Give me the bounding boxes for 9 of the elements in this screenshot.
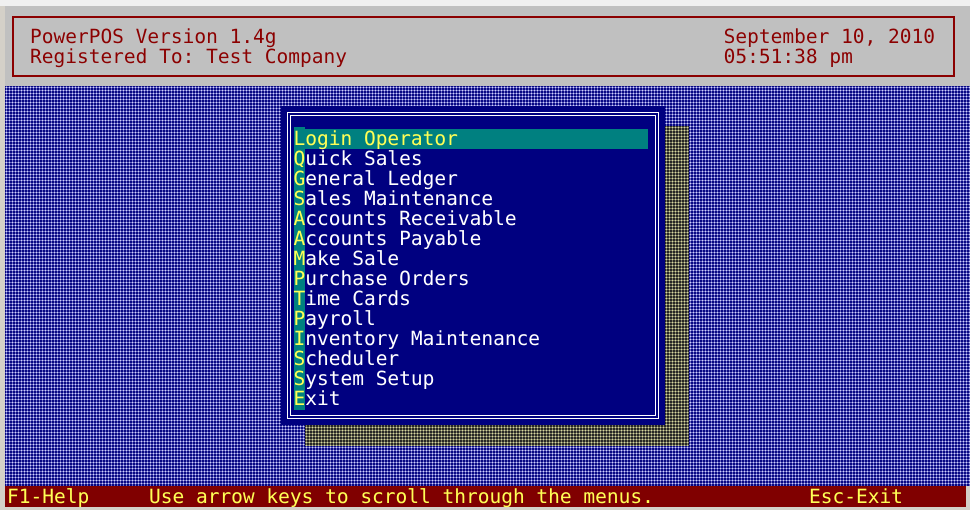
app-title: PowerPOS Version 1.4g (30, 27, 278, 47)
time-text: 05:51:38 pm (724, 47, 853, 67)
menu-item[interactable]: Login Operator (294, 129, 648, 149)
help-key-hint: F1-Help (7, 486, 90, 506)
menu-item[interactable]: Exit (294, 389, 648, 409)
exit-key-hint: Esc-Exit (809, 486, 903, 506)
registration-text: Registered To: Test Company (30, 47, 347, 67)
date-text: September 10, 2010 (724, 27, 935, 47)
status-message: Use arrow keys to scroll through the menus. (149, 486, 655, 506)
